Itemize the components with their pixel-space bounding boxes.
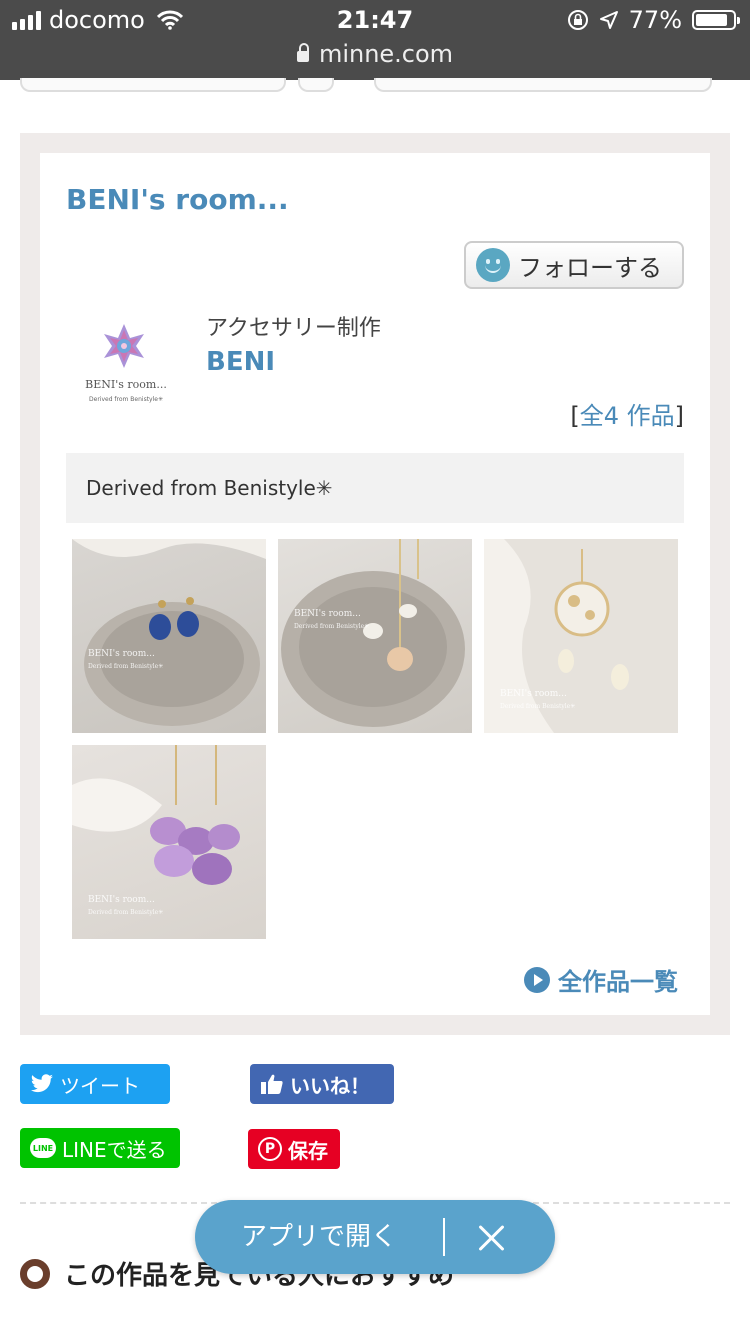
thumbnail-watermark: BENI's room... [88, 895, 155, 905]
open-app-banner: アプリで開く [195, 1200, 555, 1274]
thumbs-up-icon [261, 1074, 283, 1094]
open-in-app-button[interactable]: アプリで開く [195, 1200, 443, 1274]
line-share-button[interactable]: LINE LINEで送る [20, 1128, 180, 1168]
save-label: 保存 [288, 1138, 328, 1163]
product-thumbnail-4[interactable]: BENI's room... Derived from Benistyle✳ [72, 745, 266, 939]
lock-icon [296, 43, 309, 62]
bracket-close: ] [674, 402, 684, 430]
follow-button[interactable]: フォローする [464, 241, 684, 289]
thumbnail-watermark-sub: Derived from Benistyle✳ [88, 663, 164, 670]
thumbnail-watermark-sub: Derived from Benistyle✳ [294, 623, 370, 630]
product-thumbnail-1[interactable]: BENI's room... Derived from Benistyle✳ [72, 539, 266, 733]
thumbnail-watermark-sub: Derived from Benistyle✳ [500, 703, 576, 710]
address-bar[interactable]: minne.com [0, 40, 750, 68]
pearl-earring-image [281, 539, 465, 727]
follow-label: フォローする [518, 253, 662, 282]
thumbnail-watermark: BENI's room... [500, 689, 567, 699]
battery-percent: 77% [628, 6, 682, 34]
tweet-label: ツイート [60, 1073, 140, 1098]
mandala-logo-icon [104, 324, 144, 368]
like-button[interactable]: いいね！ [250, 1064, 394, 1104]
previous-button-fragment [20, 78, 286, 92]
thumbnail-watermark-sub: Derived from Benistyle✳ [88, 909, 164, 916]
shop-category: アクセサリー制作 [206, 316, 381, 341]
bracket-open: [ [570, 402, 580, 430]
thumbnail-watermark: BENI's room... [88, 649, 155, 659]
thumbnail-watermark: BENI's room... [294, 609, 361, 619]
ring-bullet-icon [20, 1258, 50, 1289]
earring-plate-image [72, 539, 266, 726]
banner-separator [443, 1218, 445, 1256]
pinterest-save-button[interactable]: P 保存 [248, 1129, 340, 1169]
url-text: minne.com [318, 40, 454, 68]
play-icon [524, 966, 550, 993]
works-count-link[interactable]: 全4 作品 [580, 402, 675, 430]
previous-field-fragment [374, 78, 712, 92]
previous-checkbox-fragment [298, 78, 334, 92]
location-icon [599, 11, 618, 29]
works-count: [全4 作品] [570, 396, 684, 431]
line-share-label: LINEで送る [62, 1137, 167, 1162]
like-label: いいね！ [290, 1073, 370, 1098]
battery-icon [692, 10, 740, 30]
all-works-link[interactable]: 全作品一覧 [524, 962, 678, 997]
smile-icon [476, 248, 510, 282]
twitter-bird-icon [31, 1074, 53, 1093]
shop-logo[interactable]: BENI's room... Derived from Benistyle✳ [78, 318, 174, 414]
tweet-button[interactable]: ツイート [20, 1064, 170, 1104]
close-icon[interactable] [471, 1218, 511, 1258]
shop-title[interactable]: BENI's room... [66, 183, 289, 216]
status-bar: docomo 21:47 77% minne.com [0, 0, 750, 80]
pinterest-icon: P [258, 1137, 282, 1161]
status-right: 77% [567, 6, 740, 34]
all-works-label: 全作品一覧 [558, 968, 678, 996]
line-icon: LINE [30, 1138, 56, 1158]
rotation-lock-icon [567, 10, 588, 30]
shop-description: Derived from Benistyle✳ [66, 453, 684, 523]
logo-subtext: Derived from Benistyle✳ [89, 396, 163, 403]
creator-name[interactable]: BENI [206, 347, 275, 377]
product-thumbnail-3[interactable]: BENI's room... Derived from Benistyle✳ [484, 539, 678, 733]
logo-text: BENI's room... [85, 378, 167, 391]
product-thumbnail-2[interactable]: BENI's room... Derived from Benistyle✳ [278, 539, 472, 733]
